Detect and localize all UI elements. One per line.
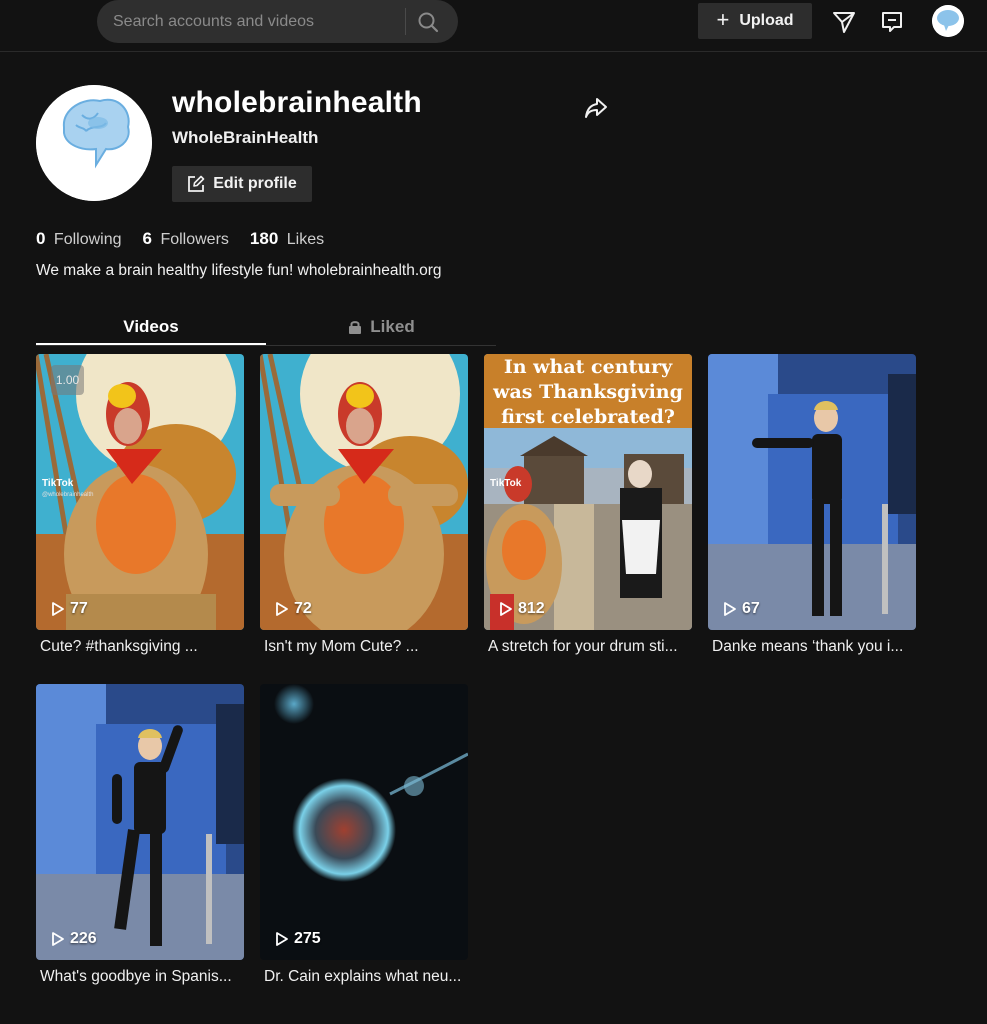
- profile-username: wholebrainhealth: [172, 86, 422, 119]
- followers-count: 6: [142, 229, 152, 248]
- view-count: 72: [276, 600, 312, 618]
- lock-icon: [349, 321, 362, 334]
- play-icon: [52, 602, 64, 616]
- tab-liked-label: Liked: [370, 317, 415, 336]
- view-count-value: 275: [294, 930, 321, 947]
- tiktok-watermark: TikTok: [42, 478, 74, 489]
- studio-exercise-image: [708, 354, 916, 630]
- video-card[interactable]: 72 Isn't my Mom Cute? ...: [260, 354, 468, 656]
- video-caption[interactable]: Isn't my Mom Cute? ...: [260, 638, 468, 656]
- edit-icon: [188, 175, 205, 192]
- view-count: 77: [52, 600, 88, 618]
- following-stat[interactable]: 0 Following: [36, 229, 122, 249]
- view-count-value: 67: [742, 600, 760, 617]
- view-count-value: 226: [70, 930, 97, 947]
- video-caption[interactable]: What's goodbye in Spanis...: [36, 968, 244, 986]
- profile-tabs: Videos Liked: [36, 308, 496, 346]
- inbox-icon: [882, 12, 902, 32]
- video-card[interactable]: 226 What's goodbye in Spanis...: [36, 684, 244, 986]
- messages-button[interactable]: [830, 8, 858, 36]
- video-caption[interactable]: A stretch for your drum sti...: [484, 638, 692, 656]
- video-card[interactable]: In what century was Thanksgiving first c…: [484, 354, 692, 656]
- upload-button[interactable]: + Upload: [698, 3, 812, 39]
- view-count: 226: [52, 930, 97, 948]
- tab-videos-label: Videos: [123, 317, 179, 336]
- studio-exercise-image: [36, 684, 244, 960]
- view-count-value: 72: [294, 600, 312, 617]
- view-count: 275: [276, 930, 321, 948]
- inbox-button[interactable]: [878, 8, 906, 36]
- brain-logo-icon: [36, 85, 152, 201]
- plus-icon: +: [716, 7, 730, 32]
- play-icon: [500, 602, 512, 616]
- view-count: 812: [500, 600, 545, 618]
- user-avatar[interactable]: [932, 5, 964, 37]
- tiktok-handle-watermark: @wholebrainhealth: [42, 492, 94, 498]
- profile-avatar: [36, 85, 152, 201]
- video-thumbnail[interactable]: In what century was Thanksgiving first c…: [484, 354, 692, 630]
- paper-plane-icon: [833, 12, 855, 33]
- profile-nickname: WholeBrainHealth: [172, 128, 319, 147]
- view-count-value: 812: [518, 600, 545, 617]
- following-count: 0: [36, 229, 46, 248]
- video-title-overlay: In what century was Thanksgiving first c…: [493, 356, 683, 428]
- play-icon: [52, 932, 64, 946]
- likes-stat: 180 Likes: [250, 229, 324, 249]
- active-tab-indicator: [36, 343, 266, 345]
- tab-liked[interactable]: Liked: [266, 308, 496, 346]
- tiktok-watermark: TikTok: [490, 478, 522, 489]
- upload-label: Upload: [739, 12, 794, 29]
- edit-profile-label: Edit profile: [213, 175, 297, 192]
- play-icon: [276, 602, 288, 616]
- video-thumbnail[interactable]: 72: [260, 354, 468, 630]
- profile-bio: We make a brain healthy lifestyle fun! w…: [36, 262, 442, 279]
- following-label: Following: [53, 231, 122, 248]
- search-icon: [418, 12, 439, 32]
- video-card[interactable]: 67 Danke means ‘thank you i...: [708, 354, 916, 656]
- edit-profile-button[interactable]: Edit profile: [172, 166, 312, 202]
- video-thumbnail[interactable]: 226: [36, 684, 244, 960]
- video-caption[interactable]: Dr. Cain explains what neu...: [260, 968, 468, 986]
- view-count-value: 77: [70, 600, 88, 617]
- share-button[interactable]: [582, 94, 610, 122]
- likes-label: Likes: [286, 231, 325, 248]
- play-icon: [276, 932, 288, 946]
- followers-label: Followers: [160, 231, 229, 248]
- profile-stats: 0 Following 6 Followers 180 Likes: [36, 229, 324, 249]
- play-icon: [724, 602, 736, 616]
- video-thumbnail[interactable]: 67: [708, 354, 916, 630]
- neuron-animation-image: [260, 684, 468, 960]
- search-bar: [97, 0, 458, 43]
- video-thumbnail[interactable]: 275: [260, 684, 468, 960]
- video-card[interactable]: 275 Dr. Cain explains what neu...: [260, 684, 468, 986]
- search-divider: [405, 8, 406, 35]
- search-input[interactable]: [113, 0, 403, 43]
- video-card[interactable]: 1.00 TikTok @wholebrainhealth 77 Cute? #…: [36, 354, 244, 656]
- likes-count: 180: [249, 229, 279, 248]
- turkey-costume-image: [260, 354, 468, 630]
- video-caption[interactable]: Cute? #thanksgiving ...: [36, 638, 244, 656]
- tab-videos[interactable]: Videos: [36, 308, 266, 346]
- top-navigation-bar: + Upload: [0, 0, 987, 52]
- followers-stat[interactable]: 6 Followers: [143, 229, 229, 249]
- video-caption[interactable]: Danke means ‘thank you i...: [708, 638, 916, 656]
- share-icon: [585, 98, 607, 118]
- brain-logo-icon: [932, 5, 964, 37]
- view-count: 67: [724, 600, 760, 618]
- search-button[interactable]: [411, 6, 445, 37]
- video-thumbnail[interactable]: 1.00 TikTok @wholebrainhealth 77: [36, 354, 244, 630]
- playback-speed-badge: 1.00: [51, 365, 84, 395]
